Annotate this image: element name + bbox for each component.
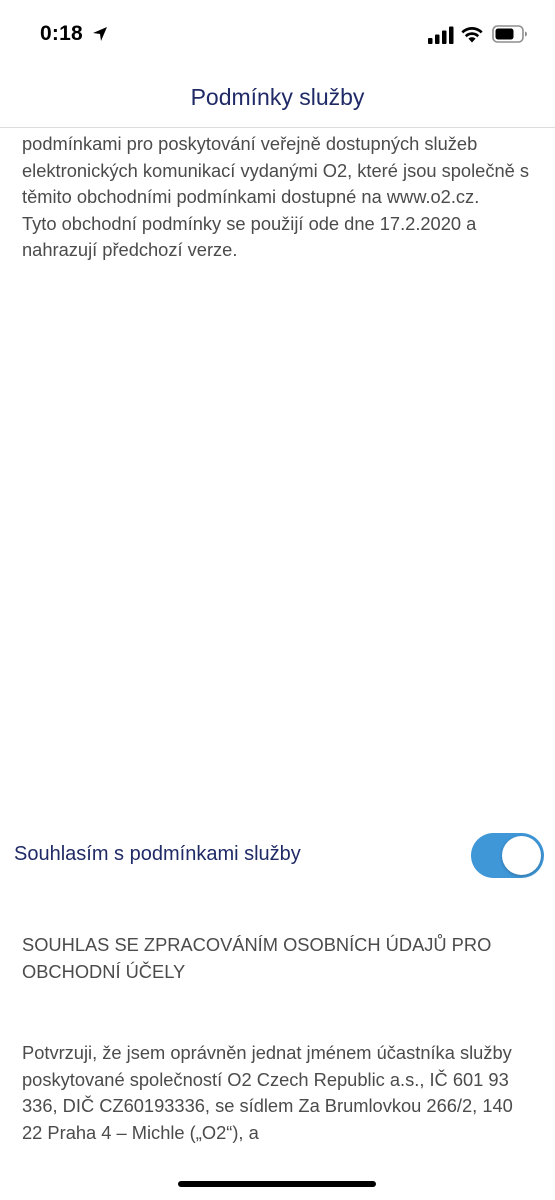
toggle-knob (502, 836, 541, 875)
personal-data-text: Potvrzuji, že jsem oprávněn jednat jméne… (22, 1042, 513, 1143)
page-title: Podmínky služby (190, 84, 365, 110)
terms-paragraph: podmínkami pro poskytování veřejně dostu… (22, 133, 530, 207)
status-time: 0:18 (40, 22, 83, 45)
terms-text: podmínkami pro poskytování veřejně dostu… (22, 131, 537, 264)
cellular-signal-icon (428, 26, 454, 44)
consent-row: Souhlasím s podmínkami služby (0, 826, 555, 886)
consent-toggle[interactable] (471, 833, 544, 878)
home-indicator[interactable] (178, 1181, 376, 1187)
navigation-bar: Podmínky služby (0, 70, 555, 128)
location-arrow-icon (93, 27, 107, 41)
personal-data-heading: SOUHLAS SE ZPRACOVÁNÍM OSOBNÍCH ÚDAJŮ PR… (22, 934, 492, 982)
consent-label: Souhlasím s podmínkami služby (14, 843, 301, 865)
wifi-icon (461, 27, 483, 43)
battery-icon (492, 25, 527, 43)
terms-paragraph: Tyto obchodní podmínky se použijí ode dn… (22, 212, 477, 261)
status-bar: 0:18 (0, 0, 555, 70)
